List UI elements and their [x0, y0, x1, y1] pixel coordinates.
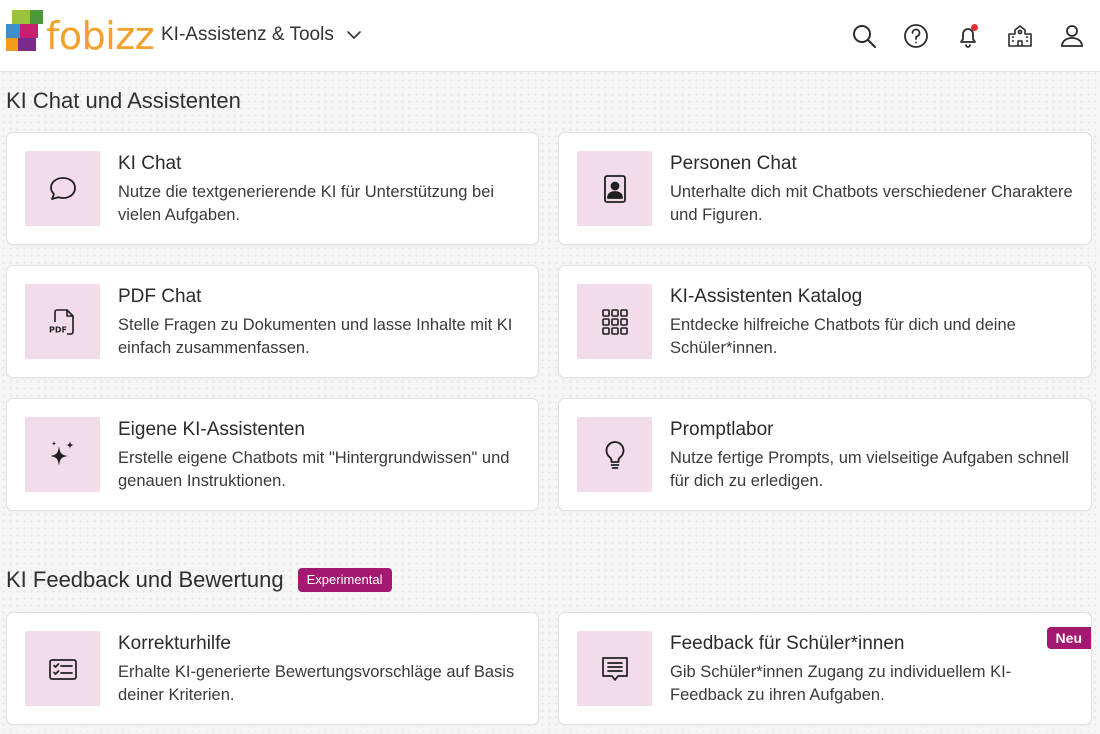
search-icon: [853, 25, 876, 48]
card-icon-tile: [577, 417, 652, 492]
card-personen-chat[interactable]: Personen Chat Unterhalte dich mit Chatbo…: [558, 132, 1092, 245]
chat-bubble-icon: [49, 176, 76, 200]
search-button[interactable]: [850, 22, 878, 50]
logo-mark-icon: [6, 10, 44, 54]
pdf-icon-label: PDF: [49, 325, 67, 334]
section-title-chat: KI Chat und Assistenten: [6, 88, 241, 113]
person-card-icon: [603, 174, 626, 203]
fobizz-logo[interactable]: fobizz: [6, 10, 155, 62]
user-icon: [1061, 25, 1083, 47]
notifications-button[interactable]: [954, 22, 982, 50]
card-description: Nutze fertige Prompts, um vielseitige Au…: [670, 449, 1069, 490]
card-icon-tile: [25, 151, 100, 226]
card-eigene-ki-assistenten[interactable]: Eigene KI-Assistenten Erstelle eigene Ch…: [6, 398, 539, 511]
card-ki-chat[interactable]: KI Chat Nutze die textgenerierende KI fü…: [6, 132, 539, 245]
card-description: Entdecke hilfreiche Chatbots für dich un…: [670, 316, 1016, 357]
nav-dropdown[interactable]: KI-Assistenz & Tools: [161, 24, 362, 46]
card-title: KI Chat: [118, 153, 182, 174]
feedback-message-icon: [601, 656, 628, 681]
card-title: Promptlabor: [670, 419, 774, 440]
chevron-down-icon: [347, 31, 361, 39]
card-description: Erstelle eigene Chatbots mit "Hintergrun…: [118, 449, 510, 490]
card-icon-tile: [25, 417, 100, 492]
grid-icon: [601, 308, 628, 335]
pdf-file-icon: PDF: [49, 308, 74, 335]
card-icon-tile: [577, 631, 652, 706]
card-icon-tile: [577, 151, 652, 226]
notification-dot: [971, 24, 978, 31]
card-description: Unterhalte dich mit Chatbots verschieden…: [670, 183, 1073, 224]
card-promptlabor[interactable]: Promptlabor Nutze fertige Prompts, um vi…: [558, 398, 1092, 511]
card-description: Stelle Fragen zu Dokumenten und lasse In…: [118, 316, 513, 357]
section-title-feedback: KI Feedback und Bewertung Experimental: [6, 567, 392, 593]
school-button[interactable]: [1006, 22, 1034, 50]
help-button[interactable]: [902, 22, 930, 50]
card-description: Gib Schüler*innen Zugang zu individuelle…: [670, 663, 1012, 704]
card-icon-tile: [577, 284, 652, 359]
card-title: PDF Chat: [118, 286, 202, 307]
lightbulb-icon: [605, 440, 624, 469]
school-icon: [1008, 25, 1032, 47]
sparkles-icon: [49, 440, 74, 466]
card-feedback-fuer-schueler[interactable]: Feedback für Schüler*innen Gib Schüler*i…: [558, 612, 1092, 725]
nav-title-label: KI-Assistenz & Tools: [161, 24, 334, 45]
card-icon-tile: [25, 631, 100, 706]
card-icon-tile: PDF: [25, 284, 100, 359]
account-button[interactable]: [1058, 22, 1086, 50]
checklist-icon: [48, 658, 77, 680]
experimental-badge: Experimental: [297, 568, 392, 592]
card-pdf-chat[interactable]: PDF PDF Chat Stelle Fragen zu Dokumenten…: [6, 265, 539, 378]
card-description: Erhalte KI-generierte Bewertungsvorschlä…: [118, 663, 515, 704]
card-title: KI-Assistenten Katalog: [670, 286, 863, 307]
card-title: Feedback für Schüler*innen: [670, 633, 905, 654]
new-badge: Neu: [1046, 627, 1091, 649]
card-title: Korrekturhilfe: [118, 633, 231, 654]
card-title: Eigene KI-Assistenten: [118, 419, 305, 440]
card-title: Personen Chat: [670, 153, 797, 174]
help-icon: [904, 24, 928, 48]
top-bar: fobizz KI-Assistenz & Tools: [0, 0, 1100, 72]
card-ki-assistenten-katalog[interactable]: KI-Assistenten Katalog Entdecke hilfreic…: [558, 265, 1092, 378]
section-title-text: KI Feedback und Bewertung: [6, 567, 284, 592]
card-korrekturhilfe[interactable]: Korrekturhilfe Erhalte KI-generierte Bew…: [6, 612, 539, 725]
header-actions: [850, 20, 1086, 52]
logo-text: fobizz: [46, 14, 155, 58]
card-description: Nutze die textgenerierende KI für Unters…: [118, 183, 495, 224]
